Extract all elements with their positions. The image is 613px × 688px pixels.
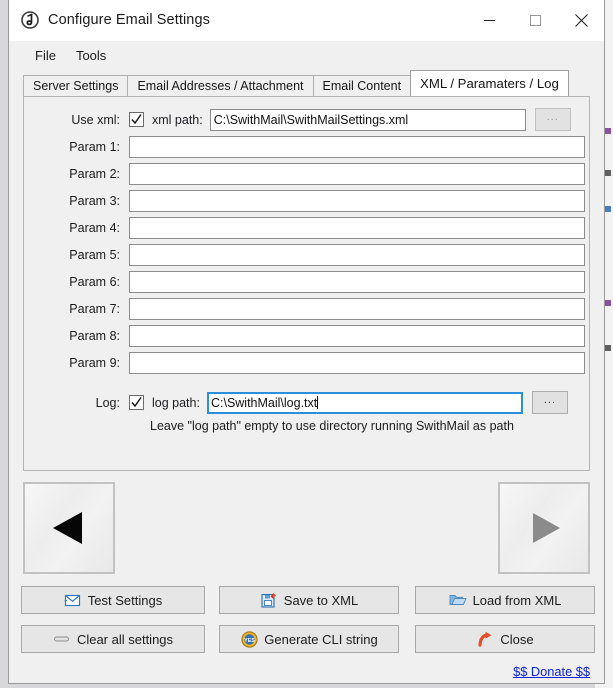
param-1-label: Param 1: bbox=[69, 139, 120, 154]
param-4-label: Param 4: bbox=[69, 220, 120, 235]
tab-email-addresses[interactable]: Email Addresses / Attachment bbox=[127, 75, 314, 96]
param-6-label: Param 6: bbox=[69, 274, 120, 289]
maximize-button[interactable] bbox=[512, 0, 558, 40]
param-3-label: Param 3: bbox=[69, 193, 120, 208]
param-2-label: Param 2: bbox=[69, 166, 120, 181]
param-row: Param 6: bbox=[24, 268, 589, 295]
param-row: Param 4: bbox=[24, 214, 589, 241]
configure-email-settings-window: Configure Email Settings File Tools Serv… bbox=[8, 0, 605, 684]
param-9-input[interactable] bbox=[129, 351, 585, 374]
param-6-input[interactable] bbox=[129, 270, 585, 293]
menu-item-file[interactable]: File bbox=[25, 45, 66, 66]
xml-path-browse-button[interactable]: ... bbox=[534, 108, 571, 131]
param-row: Param 2: bbox=[24, 160, 589, 187]
param-8-label: Param 8: bbox=[69, 328, 120, 343]
page-navigation-row bbox=[9, 482, 604, 574]
menu-bar: File Tools bbox=[9, 41, 604, 69]
use-xml-label: Use xml: bbox=[71, 112, 120, 127]
save-xml-icon bbox=[260, 591, 278, 609]
param-7-input[interactable] bbox=[129, 297, 585, 320]
generate-cli-string-button[interactable]: YES Generate CLI string bbox=[219, 625, 399, 653]
window-title: Configure Email Settings bbox=[48, 12, 210, 28]
use-xml-row: Use xml: xml path: C:\SwithMail\SwithMai… bbox=[24, 106, 589, 133]
param-5-input[interactable] bbox=[129, 243, 585, 266]
param-row: Param 3: bbox=[24, 187, 589, 214]
generate-cli-string-label: Generate CLI string bbox=[264, 631, 378, 647]
tab-email-content[interactable]: Email Content bbox=[312, 75, 412, 96]
param-row: Param 7: bbox=[24, 295, 589, 322]
left-arrow-icon bbox=[53, 512, 82, 544]
save-to-xml-label: Save to XML bbox=[283, 592, 359, 608]
close-button[interactable]: Close bbox=[415, 625, 595, 653]
param-row: Param 5: bbox=[24, 241, 589, 268]
exit-arrow-icon bbox=[476, 630, 494, 648]
param-row: Param 9: bbox=[24, 349, 589, 376]
donate-link[interactable]: $$ Donate $$ bbox=[513, 664, 590, 679]
xml-parameters-log-panel: Use xml: xml path: C:\SwithMail\SwithMai… bbox=[23, 96, 590, 471]
log-checkbox[interactable] bbox=[129, 395, 144, 410]
log-path-label: log path: bbox=[152, 395, 200, 410]
previous-page-button[interactable] bbox=[23, 482, 115, 574]
log-path-browse-button[interactable]: ... bbox=[531, 391, 568, 414]
param-3-input[interactable] bbox=[129, 189, 585, 212]
param-1-input[interactable] bbox=[129, 135, 585, 158]
right-arrow-icon bbox=[533, 513, 560, 543]
next-page-button[interactable] bbox=[498, 482, 590, 574]
log-label: Log: bbox=[95, 395, 120, 410]
eraser-icon bbox=[53, 630, 71, 648]
app-logo-icon bbox=[21, 11, 39, 29]
param-9-label: Param 9: bbox=[69, 355, 120, 370]
minimize-button[interactable] bbox=[466, 0, 512, 40]
menu-item-tools[interactable]: Tools bbox=[66, 45, 116, 66]
test-settings-label: Test Settings bbox=[87, 592, 163, 608]
log-path-input[interactable]: C:\SwithMail\log.txt bbox=[206, 391, 523, 414]
text-caret bbox=[317, 395, 319, 409]
envelope-icon bbox=[64, 591, 82, 609]
load-from-xml-label: Load from XML bbox=[472, 592, 562, 608]
xml-path-label: xml path: bbox=[152, 112, 203, 127]
log-row: Log: log path: C:\SwithMail\log.txt ... bbox=[24, 389, 589, 416]
folder-open-icon bbox=[449, 591, 467, 609]
param-row: Param 8: bbox=[24, 322, 589, 349]
close-window-button[interactable] bbox=[558, 0, 604, 40]
use-xml-checkbox[interactable] bbox=[129, 112, 144, 127]
test-settings-button[interactable]: Test Settings bbox=[21, 586, 205, 614]
xml-path-input[interactable]: C:\SwithMail\SwithMailSettings.xml bbox=[209, 108, 526, 131]
param-8-input[interactable] bbox=[129, 324, 585, 347]
log-path-hint: Leave "log path" empty to use directory … bbox=[150, 419, 514, 433]
param-2-input[interactable] bbox=[129, 162, 585, 185]
yes-badge-icon: YES bbox=[240, 630, 258, 648]
close-action-label: Close bbox=[500, 631, 534, 647]
tab-strip: Server Settings Email Addresses / Attach… bbox=[9, 69, 604, 96]
param-row: Param 1: bbox=[24, 133, 589, 160]
param-7-label: Param 7: bbox=[69, 301, 120, 316]
save-to-xml-button[interactable]: Save to XML bbox=[219, 586, 399, 614]
log-path-value: C:\SwithMail\log.txt bbox=[210, 395, 318, 410]
tab-server-settings[interactable]: Server Settings bbox=[23, 75, 129, 96]
clear-all-settings-button[interactable]: Clear all settings bbox=[21, 625, 205, 653]
clear-all-settings-label: Clear all settings bbox=[76, 631, 174, 647]
tab-xml-parameters-log[interactable]: XML / Paramaters / Log bbox=[410, 70, 569, 96]
title-bar: Configure Email Settings bbox=[9, 0, 604, 41]
svg-text:YES: YES bbox=[244, 638, 255, 644]
param-5-label: Param 5: bbox=[69, 247, 120, 262]
param-4-input[interactable] bbox=[129, 216, 585, 239]
load-from-xml-button[interactable]: Load from XML bbox=[415, 586, 595, 614]
